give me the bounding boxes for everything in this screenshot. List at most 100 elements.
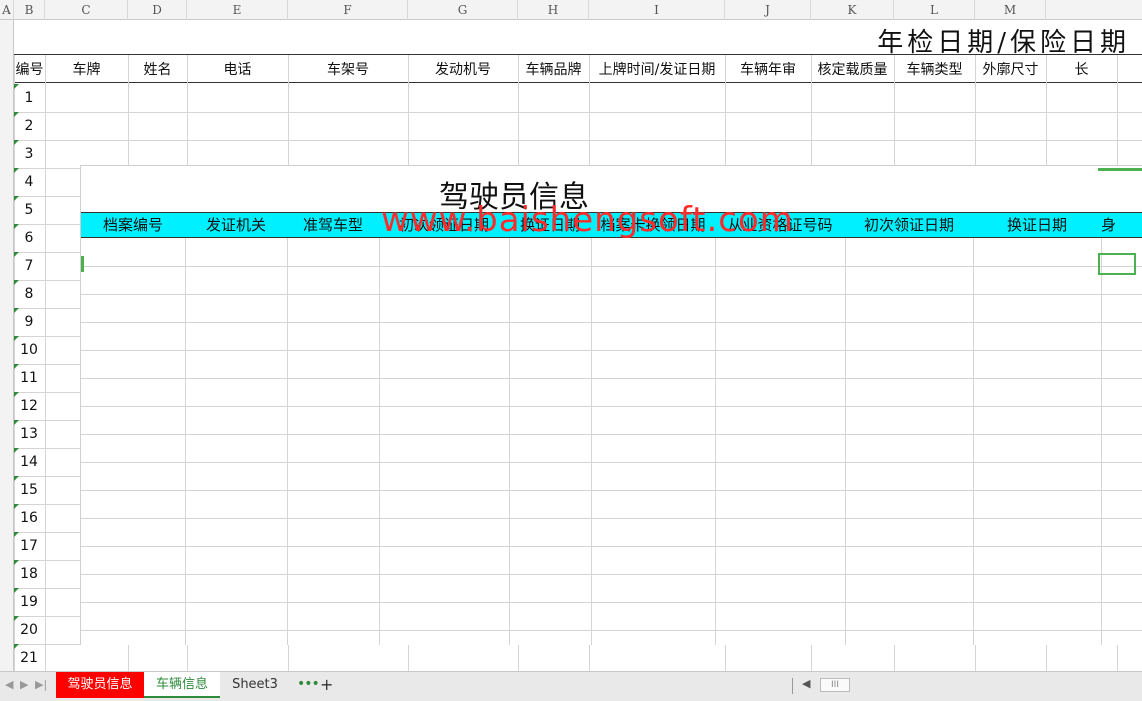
- overlay-grid-column: [379, 238, 380, 645]
- row-number: 21: [20, 650, 38, 666]
- row-number: 6: [24, 230, 34, 246]
- column-letter-b[interactable]: B: [14, 0, 45, 20]
- column-letter-l[interactable]: L: [894, 0, 975, 20]
- row-number: 17: [20, 538, 38, 554]
- tab-vehicle-info[interactable]: 车辆信息: [144, 672, 220, 698]
- column-header-cell[interactable]: 发动机号: [408, 56, 518, 84]
- row-number: 18: [20, 566, 38, 582]
- row-number: 5: [24, 202, 34, 218]
- column-header-bar: ABCDEFGHIJKLM: [0, 0, 1142, 20]
- column-letter-h[interactable]: H: [518, 0, 589, 20]
- row-number: 12: [20, 398, 38, 414]
- cell-note-marker: [14, 84, 19, 89]
- row-header-bar: [0, 20, 14, 671]
- sheet-title[interactable]: 年检日期/保险日期: [877, 22, 1130, 58]
- cell-note-marker: [14, 168, 19, 173]
- column-header-cell[interactable]: 姓名: [128, 56, 187, 84]
- cell-note-marker: [14, 224, 19, 229]
- overlay-header-cell: 准驾车型: [302, 216, 363, 234]
- column-letter-d[interactable]: D: [128, 0, 187, 20]
- column-header-cell[interactable]: 电话: [187, 56, 288, 84]
- row-number: 10: [20, 342, 38, 358]
- row-number: 20: [20, 622, 38, 638]
- cell-note-marker: [14, 308, 19, 313]
- column-letter-k[interactable]: K: [811, 0, 894, 20]
- last-sheet-icon[interactable]: ▶|: [35, 678, 47, 691]
- grid-column-line: [45, 55, 46, 671]
- cell-note-marker: [14, 280, 19, 285]
- overlay-grid-row: [81, 434, 1142, 435]
- overlay-grid-column: [287, 238, 288, 645]
- cell-note-marker: [14, 392, 19, 397]
- scroll-separator: [792, 678, 793, 694]
- cell-note-marker: [14, 476, 19, 481]
- row-number: 11: [20, 370, 38, 386]
- column-letter-j[interactable]: J: [725, 0, 811, 20]
- cell-note-marker: [14, 644, 19, 649]
- column-header-cell[interactable]: 核定载质量: [811, 56, 894, 84]
- grid-row-line: [14, 140, 1142, 141]
- cell-note-marker: [14, 588, 19, 593]
- overlay-header-cell: 初次领证日期: [863, 216, 954, 234]
- first-sheet-icon[interactable]: ◀: [5, 678, 13, 691]
- driver-info-picture[interactable]: 驾驶员信息 档案编号 发证机关 准驾车型 初次领证日期 换证日期 档案卡换领日期 从业资格证…: [80, 165, 1142, 645]
- prev-sheet-icon[interactable]: ▶: [20, 678, 28, 691]
- overlay-grid-column: [973, 238, 974, 645]
- row-number: 19: [20, 594, 38, 610]
- overlay-grid-column: [185, 238, 186, 645]
- column-header-cell[interactable]: 外廓尺寸: [975, 56, 1046, 84]
- column-letter-g[interactable]: G: [408, 0, 518, 20]
- overlay-grid-column: [715, 238, 716, 645]
- overlay-header-cell: 发证机关: [205, 216, 266, 234]
- column-header-cell[interactable]: 上牌时间/发证日期: [589, 56, 725, 84]
- tab-sheet3[interactable]: Sheet3: [222, 672, 288, 698]
- cell-note-marker: [14, 532, 19, 537]
- overlay-grid-column: [845, 238, 846, 645]
- selection-edge: [1098, 168, 1142, 171]
- cell-note-marker: [14, 560, 19, 565]
- overlay-grid-row: [81, 322, 1142, 323]
- row-number: 14: [20, 454, 38, 470]
- overlay-grid-row: [81, 602, 1142, 603]
- row-number: 2: [24, 118, 34, 134]
- scroll-left-icon[interactable]: ◀: [802, 677, 810, 690]
- column-header-cell[interactable]: 长: [1046, 56, 1117, 84]
- row-number: 16: [20, 510, 38, 526]
- overlay-grid-row: [81, 574, 1142, 575]
- add-sheet-button[interactable]: +: [320, 675, 333, 694]
- overlay-grid-row: [81, 266, 1142, 267]
- overlay-grid-row: [81, 546, 1142, 547]
- cell-note-marker: [14, 364, 19, 369]
- column-header-cell[interactable]: 车辆品牌: [518, 56, 589, 84]
- cell-note-marker: [14, 504, 19, 509]
- column-header-cell[interactable]: 车辆年审: [725, 56, 811, 84]
- column-letter-i[interactable]: I: [589, 0, 725, 20]
- column-header-cell[interactable]: 车架号: [288, 56, 408, 84]
- horizontal-scrollbar-thumb[interactable]: III: [820, 678, 850, 692]
- column-header-cell[interactable]: 车牌: [45, 56, 128, 84]
- sheet-tab-bar: ◀ ▶ ▶| 驾驶员信息 车辆信息 Sheet3 ••• + ◀ III: [0, 671, 1142, 701]
- row-number: 8: [24, 286, 34, 302]
- cell-note-marker: [14, 196, 19, 201]
- column-header-cell[interactable]: 车辆类型: [894, 56, 975, 84]
- overlay-header-cell: 身: [1101, 216, 1117, 234]
- row-number: 9: [24, 314, 34, 330]
- overlay-grid-column: [591, 238, 592, 645]
- more-sheets-icon[interactable]: •••: [297, 676, 320, 692]
- selected-cell[interactable]: [1098, 253, 1136, 275]
- overlay-header-cell: 换证日期: [1006, 216, 1067, 234]
- column-letter-a[interactable]: A: [0, 0, 14, 20]
- cell-note-marker: [14, 112, 19, 117]
- column-header-cell[interactable]: 编号: [14, 56, 45, 84]
- row-number: 4: [24, 174, 34, 190]
- row-number: 7: [24, 258, 34, 274]
- tab-driver-info[interactable]: 驾驶员信息: [56, 672, 144, 698]
- column-letter-m[interactable]: M: [975, 0, 1046, 20]
- column-letter-f[interactable]: F: [288, 0, 408, 20]
- overlay-grid-row: [81, 350, 1142, 351]
- column-letter-e[interactable]: E: [187, 0, 288, 20]
- overlay-grid-column: [509, 238, 510, 645]
- column-letter-c[interactable]: C: [45, 0, 128, 20]
- cell-note-marker: [14, 420, 19, 425]
- cell-note-marker: [14, 616, 19, 621]
